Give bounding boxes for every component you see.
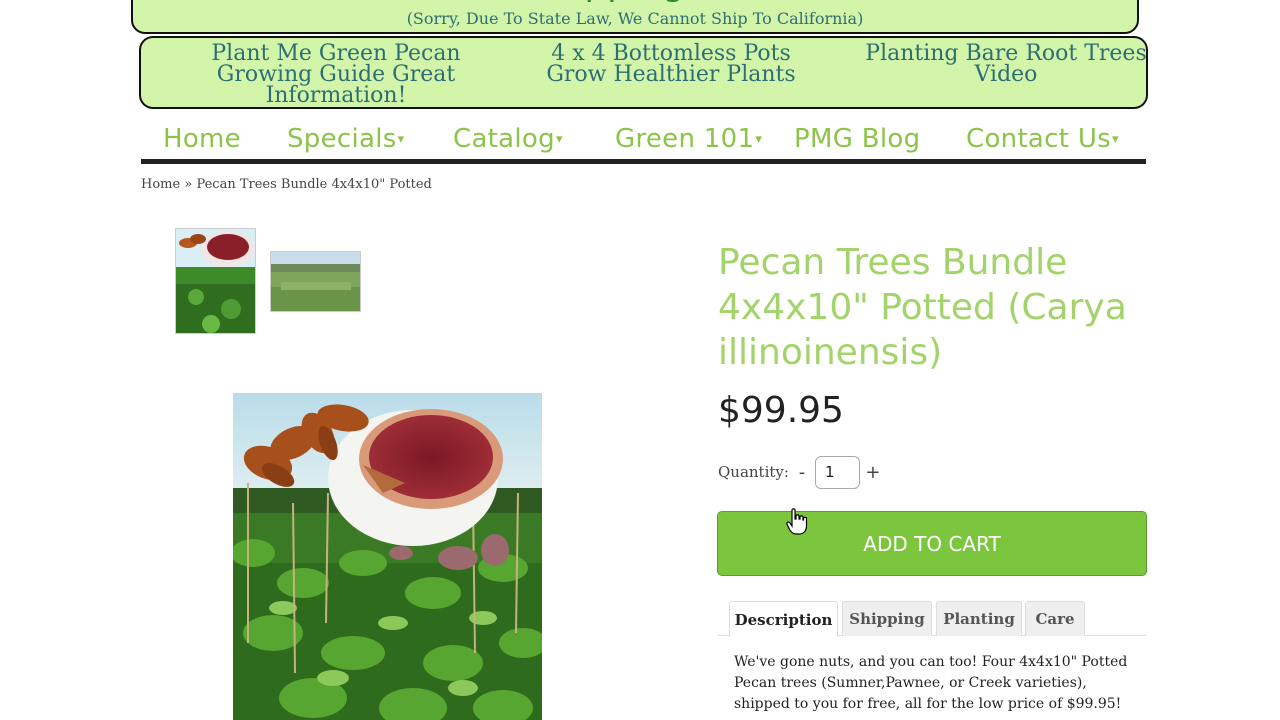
caret-down-icon: ▾ bbox=[397, 132, 405, 147]
tab-shipping[interactable]: Shipping bbox=[842, 601, 932, 636]
quantity-label: Quantity: bbox=[718, 463, 789, 481]
shipping-notice: (Sorry, Due To State Law, We Cannot Ship… bbox=[406, 9, 864, 28]
tab-description[interactable]: Description bbox=[729, 601, 838, 637]
nav-green-101-label: Green 101 bbox=[615, 124, 755, 154]
nav-contact-us[interactable]: Contact Us▾ bbox=[966, 124, 1119, 154]
add-to-cart-button[interactable]: ADD TO CART bbox=[717, 511, 1147, 576]
product-main-image[interactable] bbox=[233, 393, 542, 720]
product-description: We've gone nuts, and you can too! Four 4… bbox=[734, 654, 1128, 712]
caret-down-icon: ▾ bbox=[755, 132, 763, 147]
tab-care[interactable]: Care bbox=[1025, 601, 1085, 636]
nav-specials[interactable]: Specials▾ bbox=[287, 124, 404, 154]
main-nav: Home Specials▾ Catalog▾ Green 101▾ PMG B… bbox=[141, 118, 1146, 164]
product-thumbnail-field[interactable] bbox=[270, 251, 361, 312]
nav-catalog[interactable]: Catalog▾ bbox=[453, 124, 563, 154]
promo-pecan-guide-link[interactable]: Plant Me Green Pecan Growing Guide Great… bbox=[181, 43, 491, 107]
breadcrumb-separator: » bbox=[184, 177, 193, 192]
product-price: $99.95 bbox=[718, 390, 844, 431]
nav-specials-label: Specials bbox=[287, 124, 397, 154]
breadcrumb-current: Pecan Trees Bundle 4x4x10" Potted bbox=[196, 177, 432, 192]
tab-planting[interactable]: Planting bbox=[936, 601, 1022, 636]
caret-down-icon: ▾ bbox=[1112, 132, 1119, 147]
quantity-increment-button[interactable]: + bbox=[860, 462, 886, 483]
nav-home[interactable]: Home bbox=[163, 124, 241, 154]
nav-catalog-label: Catalog bbox=[453, 124, 555, 154]
nav-blog-label: PMG Blog bbox=[794, 124, 921, 154]
nav-home-label: Home bbox=[163, 124, 241, 154]
quantity-row: Quantity: - + bbox=[718, 455, 886, 489]
product-thumbnail-pie[interactable] bbox=[175, 228, 256, 334]
product-title: Pecan Trees Bundle 4x4x10" Potted (Carya… bbox=[718, 242, 1127, 373]
promo-bottomless-pots-link[interactable]: 4 x 4 Bottomless Pots Grow Healthier Pla… bbox=[531, 43, 811, 86]
quantity-decrement-button[interactable]: - bbox=[789, 462, 815, 483]
top-banner: pping (Sorry, Due To State Law, We Canno… bbox=[131, 0, 1139, 34]
breadcrumb: Home » Pecan Trees Bundle 4x4x10" Potted bbox=[141, 177, 432, 192]
promo-bare-root-video-link[interactable]: Planting Bare Root Trees Video bbox=[861, 43, 1151, 86]
caret-down-icon: ▾ bbox=[555, 132, 563, 147]
product-tabs: Description Shipping Planting Care bbox=[718, 601, 1146, 637]
nav-pmg-blog[interactable]: PMG Blog bbox=[794, 124, 920, 154]
nav-green-101[interactable]: Green 101▾ bbox=[615, 124, 762, 154]
add-to-cart-label: ADD TO CART bbox=[863, 531, 1001, 556]
hand-pointer-icon bbox=[786, 508, 808, 540]
promo-bar: Plant Me Green Pecan Growing Guide Great… bbox=[139, 36, 1148, 109]
breadcrumb-home-link[interactable]: Home bbox=[141, 177, 180, 192]
banner-heading: pping bbox=[133, 0, 1137, 4]
nav-contact-label: Contact Us bbox=[966, 124, 1111, 154]
quantity-input[interactable] bbox=[814, 455, 860, 489]
